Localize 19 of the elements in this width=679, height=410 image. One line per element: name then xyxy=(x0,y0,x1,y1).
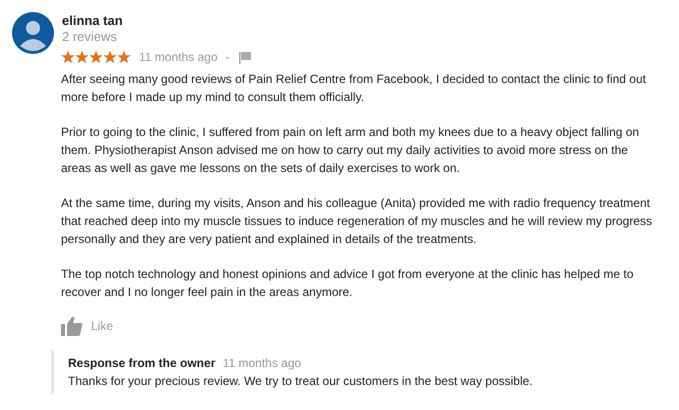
response-title: Response from the owner xyxy=(68,356,216,370)
review-paragraph: Prior to going to the clinic, I suffered from pain on left arm and both my knees due to a heavy object falling on them. Physiotherapist Anson advised me on how to carry out my daily activities to avoid more stress on the areas as well as gave me lessons on the sets of daily exercises to work on. xyxy=(61,124,640,177)
review-time: 11 months ago xyxy=(139,49,218,66)
review-count: 2 reviews xyxy=(62,29,118,45)
response-text: Thanks for your precious review. We try to treat our customers in the best way possible. xyxy=(68,373,534,390)
star-icon xyxy=(89,50,103,64)
star-icon xyxy=(61,50,75,64)
reviewer-name[interactable]: elinna tan xyxy=(62,13,123,29)
thumbs-up-icon[interactable] xyxy=(61,316,83,336)
review-paragraph: The top notch technology and honest opinions and advice I got from everyone at the clinic has helped me to recover and I no longer feel pain in the areas anymore. xyxy=(61,266,634,301)
response-time: 11 months ago xyxy=(222,356,302,370)
star-icon xyxy=(103,50,117,64)
separator: - xyxy=(226,49,230,66)
flag-icon[interactable] xyxy=(238,50,252,64)
review-paragraph: After seeing many good reviews of Pain Relief Centre from Facebook, I decided to contact the clinic to find out more before I made up my mind to consult them officially. xyxy=(61,71,647,106)
star-icon xyxy=(75,50,89,64)
review-paragraph: At the same time, during my visits, Anson and his colleague (Anita) provided me with radio frequency treatment that reached deep into my muscle tissues to induce regeneration of my muscles and he will review my progress personally and they are very patient and explained in details of the treatments. xyxy=(61,195,653,248)
star-icon xyxy=(117,50,131,64)
avatar xyxy=(12,12,54,54)
